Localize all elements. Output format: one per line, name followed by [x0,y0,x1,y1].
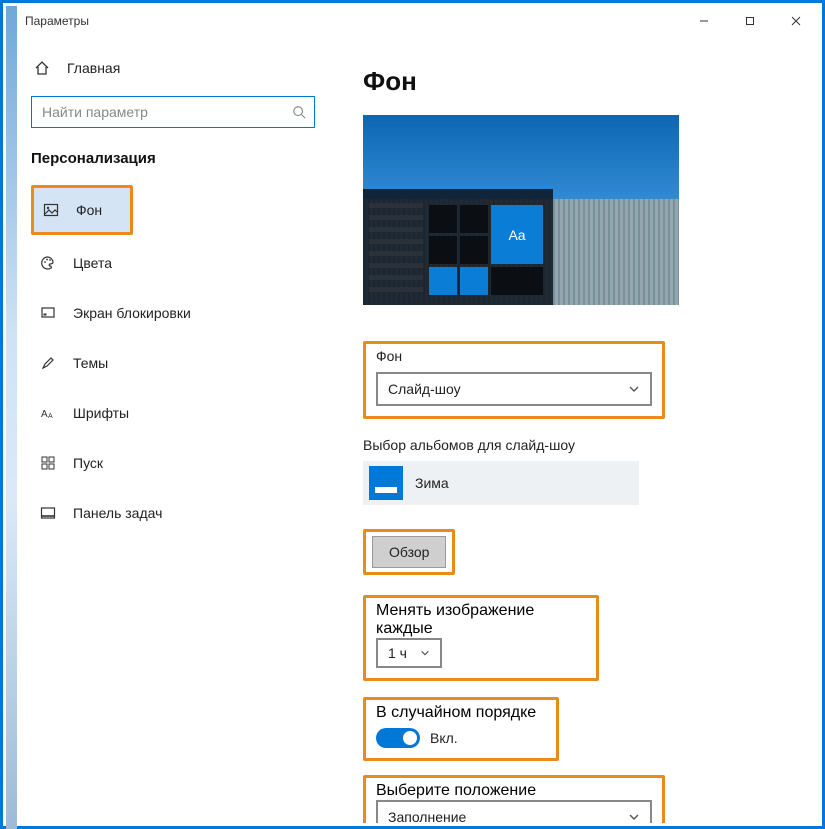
sidebar-item-background[interactable]: Фон [34,188,130,232]
chevron-down-icon [628,811,640,823]
sidebar-item-colors[interactable]: Цвета [31,241,315,285]
sidebar-item-themes[interactable]: Темы [31,341,315,385]
minimize-button[interactable] [681,6,727,36]
preview-sample-tile: Aa [491,205,543,264]
sidebar-item-label: Панель задач [73,505,162,521]
search-box[interactable] [31,96,315,128]
chevron-down-icon [420,648,430,658]
brush-icon [37,355,59,371]
home-nav[interactable]: Главная [31,46,315,90]
app-frame: Параметры Главная [0,0,825,829]
background-preview: Aa [363,115,679,305]
image-icon [40,202,62,218]
background-dropdown[interactable]: Слайд-шоу [376,372,652,406]
home-icon [31,60,53,76]
dropdown-value: Слайд-шоу [388,381,461,397]
sidebar-item-fonts[interactable]: AA Шрифты [31,391,315,435]
sidebar-item-label: Пуск [73,455,103,471]
window-title: Параметры [25,14,89,28]
interval-label: Менять изображение каждые [376,602,586,638]
sidebar-item-taskbar[interactable]: Панель задач [31,491,315,535]
taskbar-icon [37,505,59,521]
highlight-box: Фон Слайд-шоу [363,341,665,419]
sidebar-item-label: Фон [76,202,102,218]
close-button[interactable] [773,6,819,36]
album-folder-row[interactable]: Зима [363,461,639,505]
titlebar: Параметры [17,6,819,36]
chevron-down-icon [628,383,640,395]
search-input[interactable] [42,104,292,120]
browse-button[interactable]: Обзор [372,536,446,568]
album-label: Выбор альбомов для слайд-шоу [363,437,795,453]
palette-icon [37,255,59,271]
shuffle-state: Вкл. [430,730,458,746]
interval-dropdown[interactable]: 1 ч [376,638,442,668]
main-panel: Фон Aa [329,36,819,823]
dropdown-value: 1 ч [388,645,407,661]
dropdown-value: Заполнение [388,809,466,823]
album-folder-name: Зима [415,475,449,491]
folder-icon [369,466,403,500]
page-title: Фон [363,66,795,97]
nav-list: Фон Цвета Экран блокировки [31,185,315,535]
background-label: Фон [376,348,652,364]
sidebar-item-label: Цвета [73,255,112,271]
maximize-button[interactable] [727,6,773,36]
sidebar-item-start[interactable]: Пуск [31,441,315,485]
settings-window: Параметры Главная [17,6,819,823]
highlight-box: Менять изображение каждые 1 ч [363,595,599,681]
section-title: Персонализация [31,150,315,167]
fit-dropdown[interactable]: Заполнение [376,800,652,823]
sidebar: Главная Персонализация [17,36,329,823]
font-icon: AA [37,405,59,421]
lockscreen-icon [37,305,59,321]
highlight-box: Выберите положение Заполнение [363,775,665,823]
fit-label: Выберите положение [376,782,652,800]
button-label: Обзор [389,544,429,560]
svg-text:A: A [48,413,53,420]
home-label: Главная [67,60,120,76]
sidebar-item-label: Экран блокировки [73,305,191,321]
svg-text:A: A [41,409,48,420]
highlight-box: Обзор [363,529,455,575]
highlight-box: В случайном порядке Вкл. [363,697,559,761]
desktop-background-sliver [6,6,17,829]
sidebar-item-label: Шрифты [73,405,129,421]
start-icon [37,455,59,471]
shuffle-toggle[interactable] [376,728,420,748]
shuffle-label: В случайном порядке [376,704,546,722]
search-icon [292,105,306,119]
sidebar-item-label: Темы [73,355,108,371]
sidebar-item-lockscreen[interactable]: Экран блокировки [31,291,315,335]
